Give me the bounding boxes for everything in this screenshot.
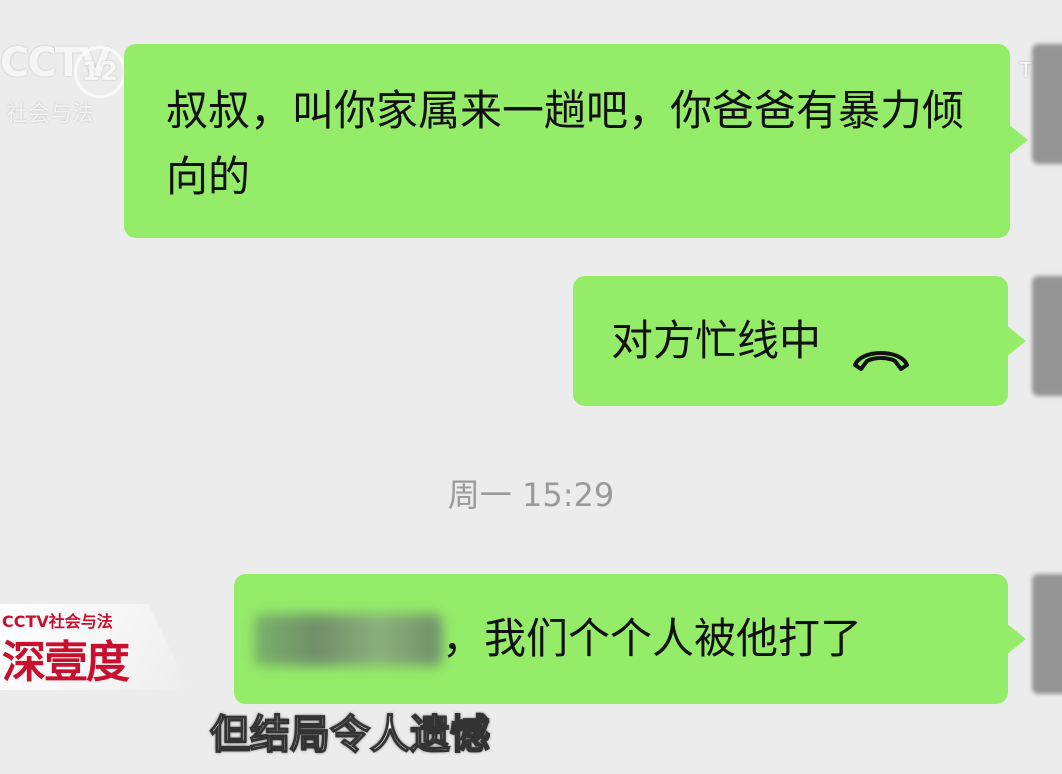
user-avatar[interactable]: [1032, 574, 1062, 694]
redacted-name: [254, 614, 442, 666]
chat-timestamp: 周一 15:29: [447, 476, 615, 514]
partial-watermark-right: T: [1020, 58, 1032, 82]
tv-station-watermark: CCTV 12 社会与法: [0, 40, 140, 130]
message-bubble[interactable]: ，我们个个人被他打了: [234, 574, 1026, 704]
message-bubble[interactable]: 叔叔，叫你家属来一趟吧，你爸爸有暴力倾向的: [124, 44, 1028, 238]
message-text: 叔叔，叫你家属来一趟吧，你爸爸有暴力倾向的: [166, 86, 965, 201]
hangup-phone-icon: [851, 326, 910, 371]
call-status-text: 对方忙线中: [611, 316, 822, 365]
program-logo-title: 深壹度: [2, 637, 130, 688]
partial-watermark-text: T: [1019, 58, 1032, 82]
message-text: ，我们个个人被他打了: [442, 614, 863, 663]
user-avatar[interactable]: [1032, 44, 1062, 164]
program-logo: CCTV社会与法 深壹度: [0, 600, 200, 696]
call-status-bubble[interactable]: 对方忙线中: [573, 276, 1026, 406]
chat-view: CCTV 12 社会与法 T 叔叔，叫你家属来一趟吧，你爸爸有暴力倾向的 对方忙…: [0, 0, 1062, 774]
channel-name: 社会与法: [6, 102, 95, 127]
video-subtitle: 但结局令人遗憾: [209, 711, 491, 759]
user-avatar[interactable]: [1032, 276, 1062, 396]
channel-number-badge: 12: [74, 46, 126, 98]
